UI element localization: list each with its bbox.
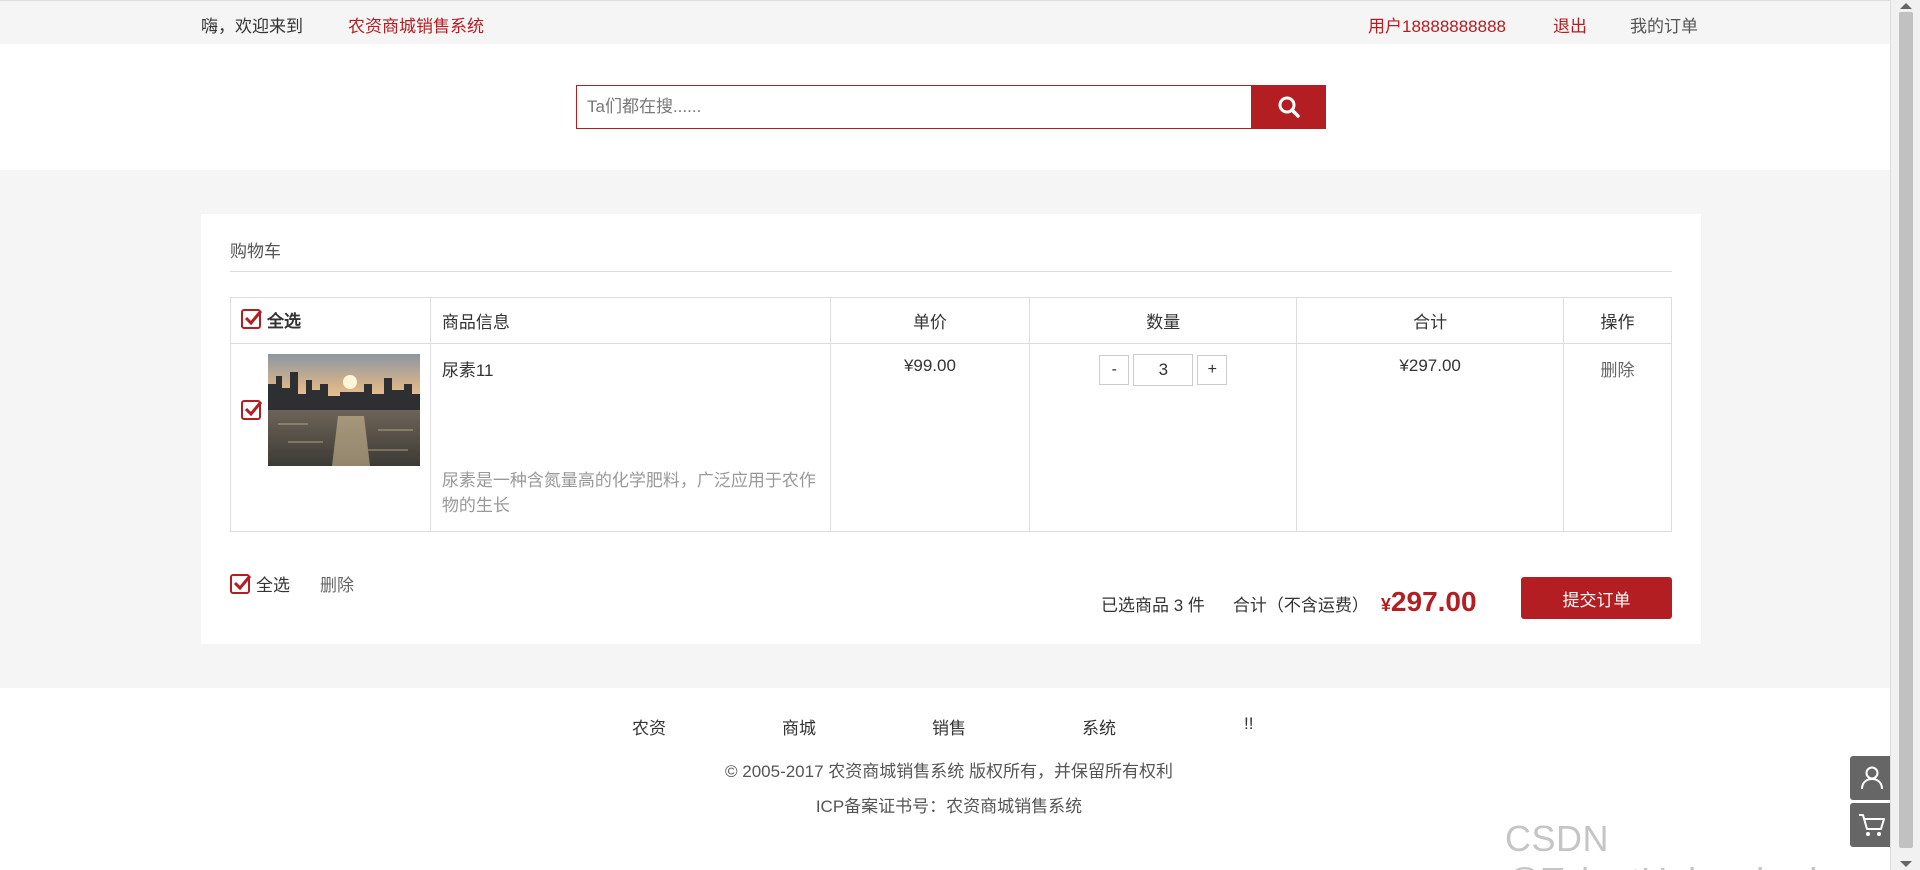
product-info-cell: 尿素11 尿素是一种含氮量高的化学肥料，广泛应用于农作物的生长 (429, 343, 831, 532)
scroll-down-arrow-icon[interactable] (1900, 861, 1912, 867)
cart-title: 购物车 (230, 242, 281, 261)
user-account-link[interactable]: 用户18888888888 (1368, 12, 1506, 37)
scroll-thumb[interactable] (1899, 12, 1913, 848)
currency-symbol: ¥ (1380, 595, 1391, 615)
copyright-text: © 2005-2017 农资商城销售系统 版权所有，并保留所有权利 (725, 762, 1173, 781)
footer-link[interactable]: 销售 (932, 714, 966, 739)
action-cell: 删除 (1563, 343, 1672, 532)
header-quantity: 数量 (1029, 297, 1298, 344)
page: 嗨，欢迎来到 农资商城销售系统 用户18888888888 退出 我的订单 购物… (0, 0, 1894, 870)
quantity-cell: - + (1029, 343, 1298, 532)
search-icon (1278, 96, 1300, 118)
cart-bottom-actions: 全选 删除 (230, 571, 354, 596)
user-center-button[interactable] (1850, 756, 1894, 800)
scroll-up-arrow-icon[interactable] (1900, 3, 1912, 9)
submit-order-button[interactable]: 提交订单 (1521, 577, 1672, 619)
header-select-all[interactable]: 全选 (230, 297, 431, 344)
my-orders-link[interactable]: 我的订单 (1630, 12, 1698, 37)
search-bar (576, 85, 1326, 129)
header-subtotal: 合计 (1296, 297, 1565, 344)
checkmark-icon (244, 310, 263, 326)
header-product-info: 商品信息 (429, 297, 831, 344)
footer-link[interactable]: 农资 (632, 714, 666, 739)
search-input[interactable] (576, 85, 1252, 129)
selected-count: 已选商品 3 件 (1101, 596, 1205, 615)
greeting-text: 嗨，欢迎来到 (201, 17, 303, 36)
header-action: 操作 (1563, 297, 1672, 344)
header-unit-price: 单价 (829, 297, 1031, 344)
divider (230, 271, 1672, 272)
total-amount: 297.00 (1390, 586, 1477, 617)
footer-link[interactable]: 系统 (1082, 714, 1116, 739)
item-checkbox[interactable] (241, 400, 263, 420)
total-label: 合计（不含运费） (1232, 596, 1369, 615)
decrease-quantity-button[interactable]: - (1099, 355, 1130, 385)
checkmark-icon (233, 574, 252, 590)
logout-link[interactable]: 退出 (1553, 12, 1587, 37)
footer-link[interactable]: !! (1244, 714, 1253, 734)
user-icon (1861, 766, 1883, 790)
scrollbar[interactable] (1890, 0, 1920, 870)
increase-quantity-button[interactable]: + (1197, 355, 1228, 385)
select-all-label: 全选 (267, 311, 301, 331)
search-button[interactable] (1251, 85, 1326, 129)
checkmark-icon (244, 401, 263, 417)
product-image[interactable] (268, 354, 420, 466)
site-name-link[interactable]: 农资商城销售系统 (348, 12, 484, 37)
cart-panel: 购物车 全选 商品信息 单价 数量 合计 操作 尿素11 尿素是一种含氮量高的化… (201, 214, 1701, 644)
bottom-select-all-label[interactable]: 全选 (256, 571, 290, 596)
order-summary: 已选商品 3 件 合计（不含运费） ¥ 297.00 (1101, 586, 1477, 618)
product-name-link[interactable]: 尿素11 (442, 356, 494, 381)
product-description: 尿素是一种含氮量高的化学肥料，广泛应用于农作物的生长 (441, 471, 816, 515)
cart-table: 全选 商品信息 单价 数量 合计 操作 尿素11 尿素是一种含氮量高的化学肥料，… (230, 297, 1672, 532)
watermark: CSDN @TalentUnleashed (1505, 818, 1817, 870)
table-row: 尿素11 尿素是一种含氮量高的化学肥料，广泛应用于农作物的生长 ¥99.00 -… (230, 343, 1672, 532)
bottom-select-all-checkbox[interactable] (230, 573, 252, 594)
delete-item-link[interactable]: 删除 (1601, 361, 1635, 380)
subtotal-cell: ¥297.00 (1296, 343, 1565, 532)
product-select-cell (230, 343, 431, 532)
top-bar: 嗨，欢迎来到 农资商城销售系统 用户18888888888 退出 我的订单 (0, 0, 1890, 44)
icp-text: ICP备案证书号：农资商城销售系统 (815, 797, 1083, 816)
select-all-checkbox[interactable] (241, 309, 263, 330)
footer-link[interactable]: 商城 (782, 714, 816, 739)
quantity-stepper: - + (1099, 354, 1228, 386)
unit-price-cell: ¥99.00 (829, 343, 1031, 532)
cart-table-header: 全选 商品信息 单价 数量 合计 操作 (230, 297, 1672, 344)
bottom-delete-link[interactable]: 删除 (320, 571, 354, 596)
quantity-input[interactable] (1133, 354, 1194, 386)
